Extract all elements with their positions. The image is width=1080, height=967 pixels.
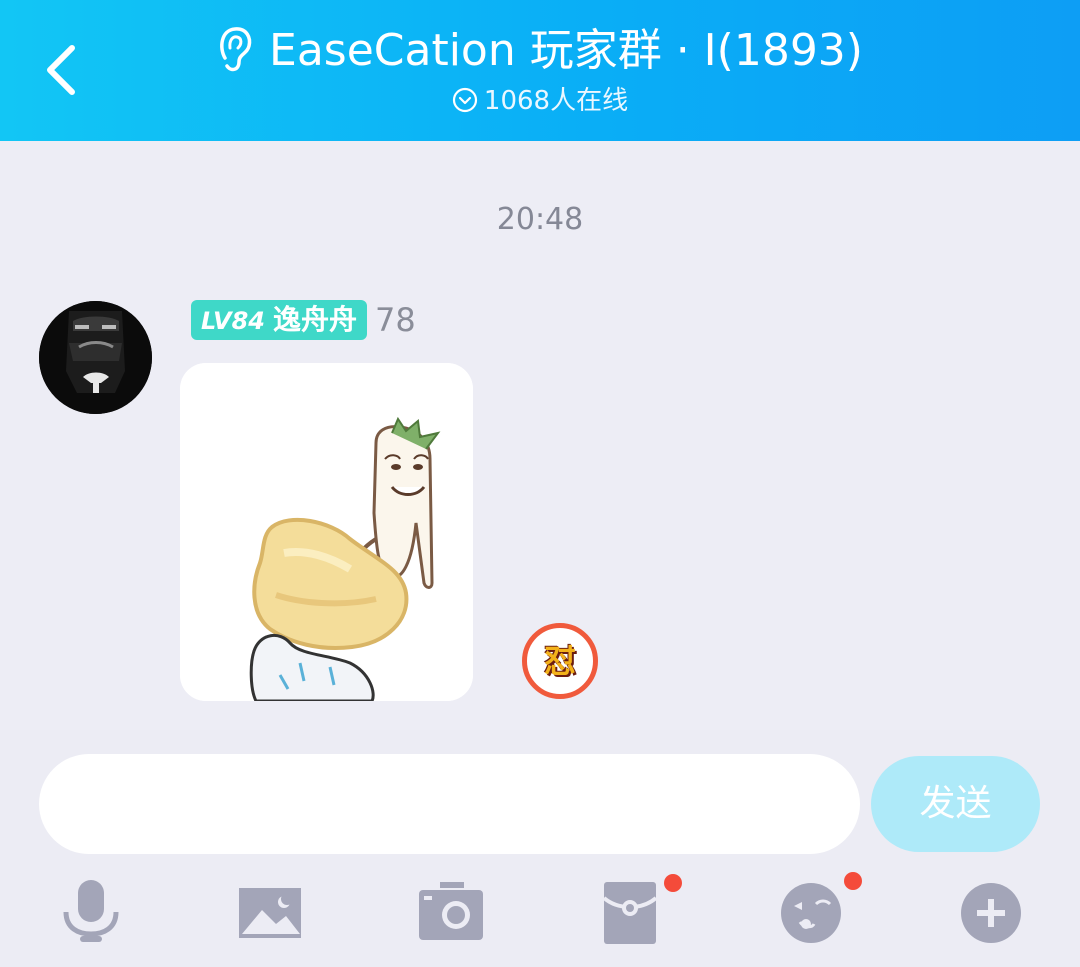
level-label: LV84	[201, 307, 265, 335]
sender-name: 逸舟舟	[272, 303, 357, 336]
voice-button[interactable]	[58, 880, 124, 946]
avatar[interactable]	[39, 301, 152, 414]
more-button[interactable]	[958, 880, 1024, 946]
emoji-button[interactable]	[778, 880, 844, 946]
avatar-image	[39, 301, 152, 414]
check-circle-icon	[452, 87, 478, 112]
ear-icon	[220, 27, 252, 72]
red-packet-notification-dot	[664, 874, 682, 892]
plus-icon	[961, 883, 1021, 943]
message-timestamp: 20:48	[496, 202, 584, 237]
red-packet-button[interactable]	[598, 880, 664, 946]
camera-button[interactable]	[418, 880, 484, 946]
emoji-icon	[781, 883, 841, 943]
level-badge[interactable]: LV84 逸舟舟	[191, 300, 367, 340]
send-button[interactable]: 发送	[871, 756, 1040, 852]
sender-extra: 78	[374, 301, 416, 339]
chat-header: EaseCation 玩家群 · I(1893) 1068人在线	[0, 0, 1080, 141]
sticker-message[interactable]	[180, 363, 473, 701]
input-area: 发送	[0, 730, 1080, 967]
camera-icon	[419, 882, 483, 940]
image-button[interactable]	[238, 880, 304, 946]
microphone-icon	[63, 880, 119, 942]
group-title: EaseCation 玩家群 · I(1893)	[269, 25, 863, 76]
group-title-row[interactable]: EaseCation 玩家群 · I(1893)	[0, 22, 1080, 80]
sticker-image	[180, 363, 473, 701]
reaction-badge[interactable]: 怼	[522, 623, 598, 699]
online-count: 1068人在线	[483, 86, 629, 116]
image-icon	[239, 888, 301, 938]
message-input[interactable]	[39, 754, 860, 854]
reaction-label: 怼	[543, 642, 576, 680]
emoji-notification-dot	[844, 872, 862, 890]
online-status: 1068人在线	[0, 83, 1080, 119]
red-packet-icon	[602, 882, 658, 944]
sender-info: LV84 逸舟舟 78	[191, 300, 416, 340]
